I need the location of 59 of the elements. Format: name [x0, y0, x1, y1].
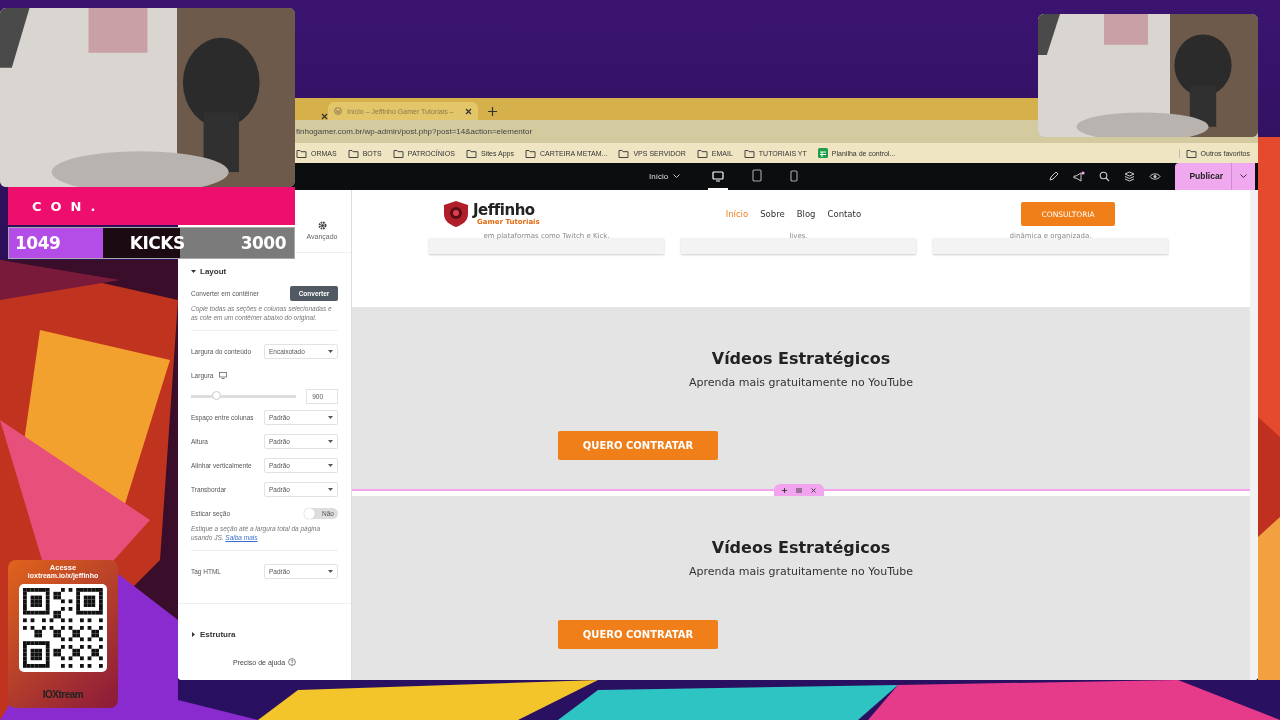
- slider-thumb[interactable]: [212, 390, 222, 400]
- eye-icon[interactable]: [1149, 172, 1162, 181]
- help-icon: [288, 658, 297, 666]
- folder-icon: [392, 148, 404, 158]
- folder-icon: [743, 148, 755, 158]
- section-title: Vídeos Estratégicos: [711, 538, 891, 557]
- spreadsheet-icon: [817, 148, 828, 158]
- caret-icon: [673, 174, 681, 179]
- folder-icon: [296, 148, 307, 158]
- folder-icon: [1185, 148, 1197, 158]
- dropdown-arrow-icon: [328, 415, 333, 419]
- desktop-icon: [219, 371, 228, 379]
- section-header[interactable]: Layout: [178, 261, 351, 281]
- banner-text: CON.: [8, 187, 295, 225]
- page-selector[interactable]: Início: [645, 168, 685, 185]
- folder-icon: [465, 148, 477, 158]
- search-icon[interactable]: [1099, 171, 1111, 182]
- folder-icon: [347, 148, 359, 158]
- dropdown-arrow-icon: [328, 569, 333, 573]
- section-header[interactable]: Estrutura: [178, 624, 351, 644]
- folder-icon: [525, 148, 536, 158]
- caret-right-icon: [191, 631, 196, 637]
- logo-title: Jeffinho: [473, 202, 535, 218]
- section-subtitle: Aprenda mais gratuitamente no YouTube: [688, 376, 914, 389]
- publish-button[interactable]: Publicar: [1175, 163, 1232, 190]
- section-subtitle: Aprenda mais gratuitamente no YouTube: [688, 565, 914, 578]
- gear-icon: [317, 221, 327, 230]
- new-tab-icon[interactable]: [488, 107, 497, 116]
- goal-count: 3000: [240, 233, 286, 253]
- folder-icon: [696, 148, 708, 158]
- layers-icon[interactable]: [1124, 171, 1136, 182]
- shield-logo-icon: [442, 200, 470, 228]
- pen-icon[interactable]: [1048, 171, 1060, 182]
- caret-icon: [1240, 174, 1247, 179]
- dropdown-arrow-icon: [328, 439, 333, 443]
- dropdown-arrow-icon: [328, 463, 333, 467]
- close-icon[interactable]: [321, 113, 328, 120]
- dropdown-arrow-icon: [328, 349, 333, 353]
- nav-link[interactable]: Sobre: [760, 209, 785, 219]
- drag-handle-icon[interactable]: [796, 487, 802, 493]
- close-icon[interactable]: [810, 487, 816, 493]
- wordpress-icon: [334, 107, 342, 115]
- nav-link[interactable]: Blog: [796, 209, 816, 219]
- counter-label: KICKS: [129, 233, 185, 253]
- folder-icon: [618, 148, 630, 158]
- section-title: Vídeos Estratégicos: [711, 349, 891, 368]
- close-icon[interactable]: [465, 107, 472, 115]
- desktop-icon[interactable]: [712, 169, 725, 182]
- nav-link[interactable]: Contato: [827, 209, 862, 219]
- mobile-icon[interactable]: [790, 169, 799, 182]
- add-icon[interactable]: [782, 487, 788, 493]
- tablet-icon[interactable]: [752, 169, 763, 182]
- slider-track[interactable]: [191, 394, 297, 398]
- current-count: 1049: [15, 233, 61, 253]
- megaphone-icon[interactable]: [1073, 170, 1086, 183]
- address-field[interactable]: finhogamer.com.br/wp-admin/post.php?post=14&action=elementor: [296, 127, 533, 136]
- dropdown-arrow-icon: [328, 487, 333, 491]
- section-handle[interactable]: [774, 484, 824, 496]
- caret-down-icon: [191, 268, 196, 274]
